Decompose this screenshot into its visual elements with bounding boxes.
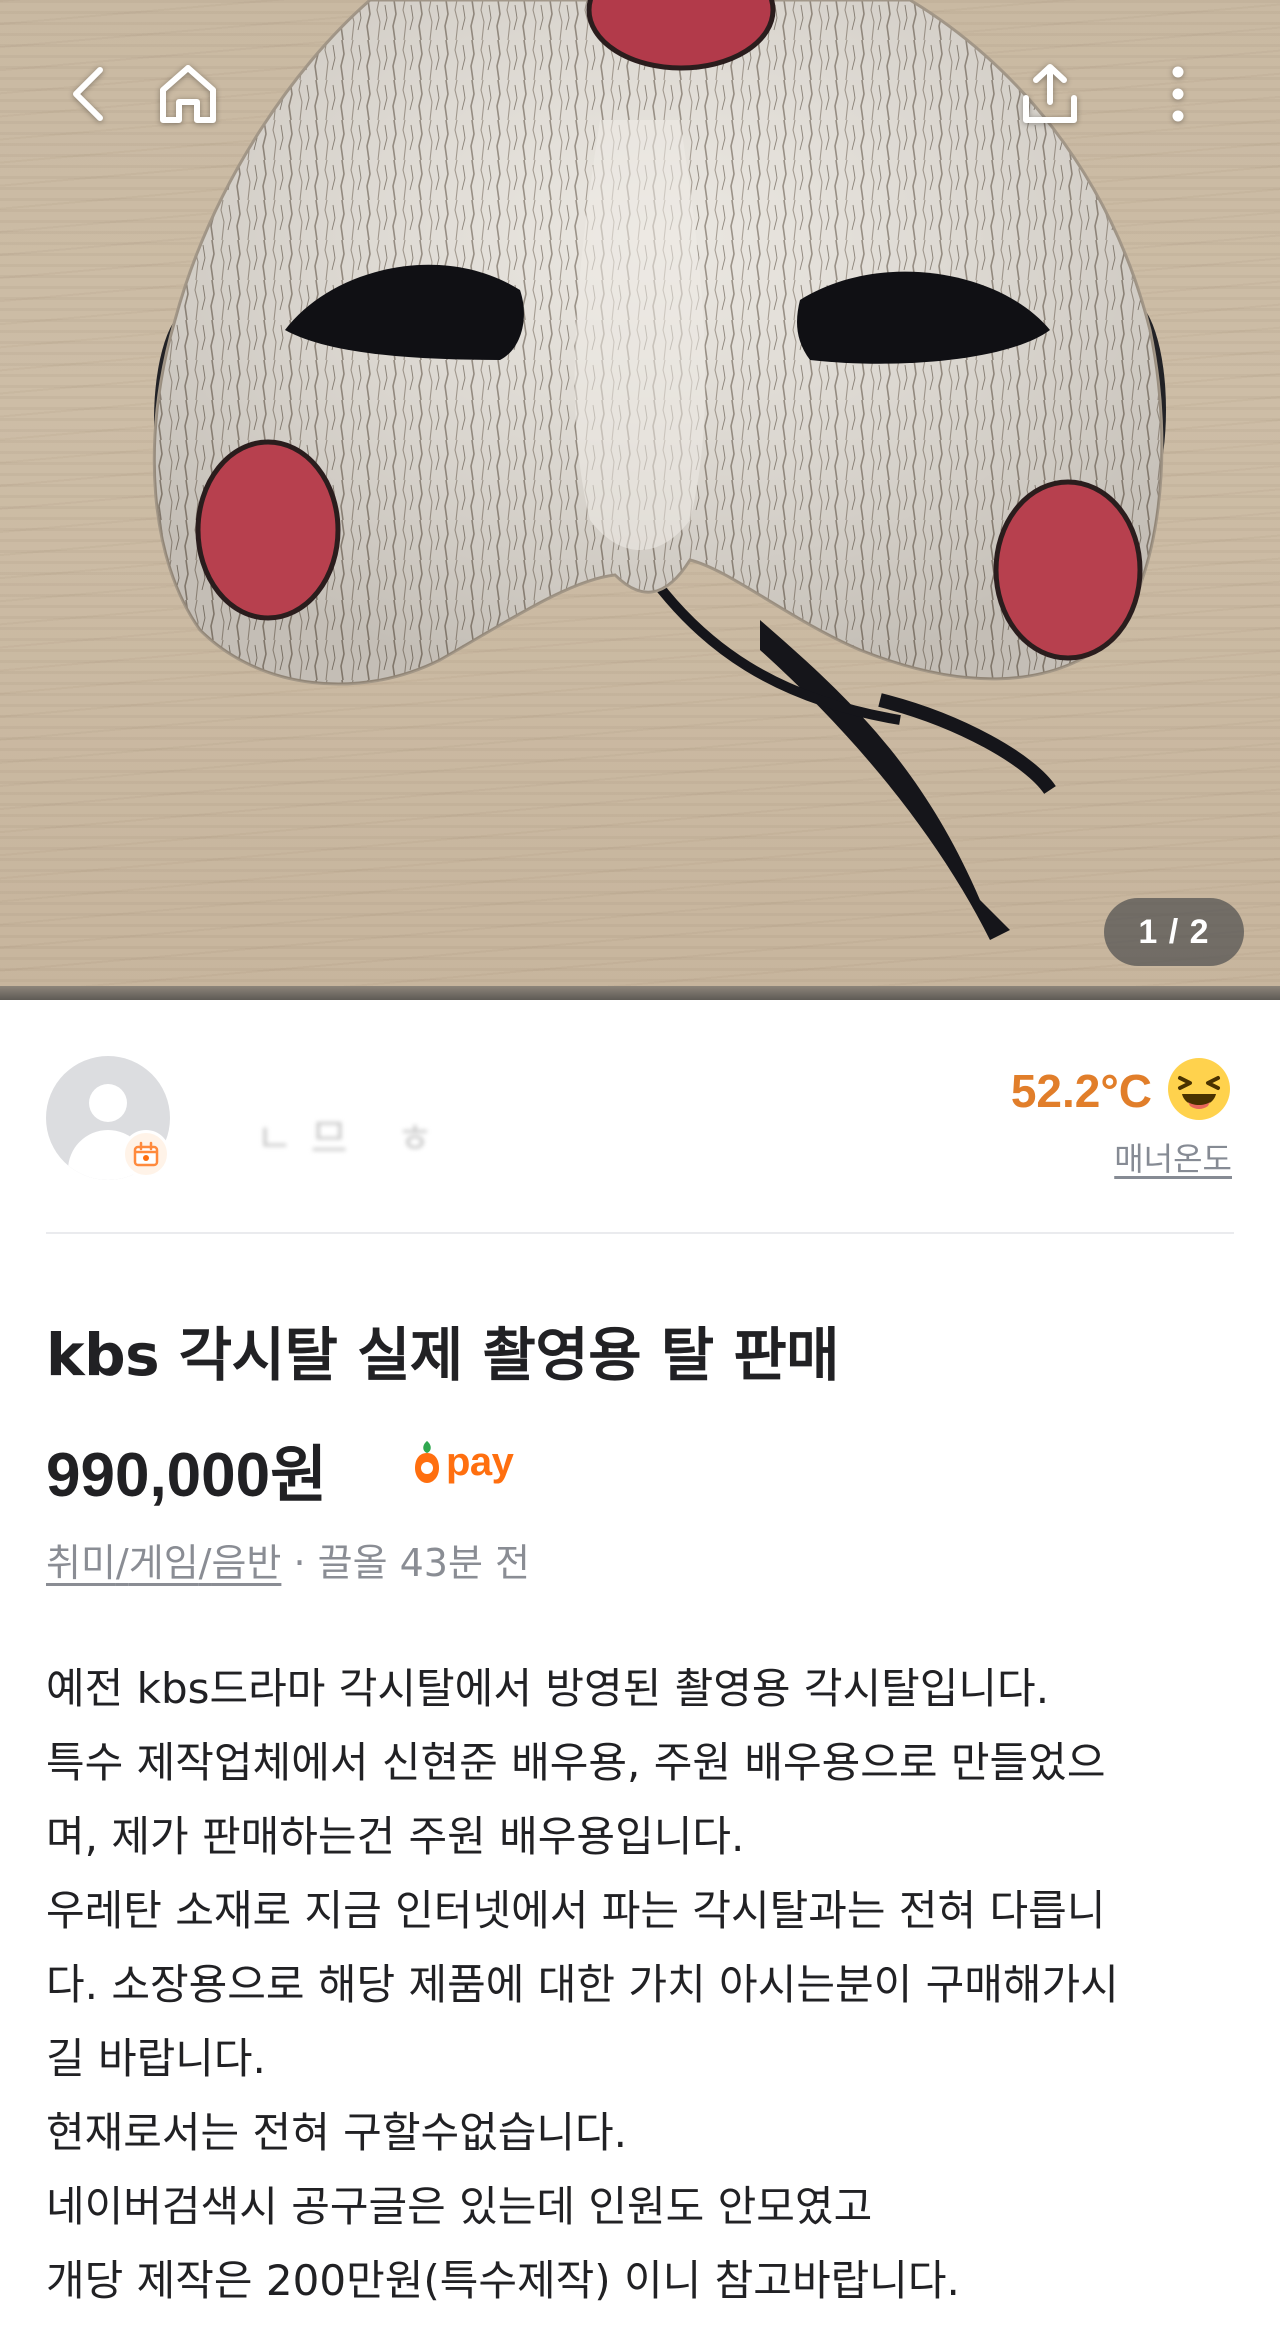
category-meta: 취미/게임/음반 · 끌올 43분 전 xyxy=(46,1532,530,1587)
manner-temperature-link[interactable]: 매너온도 xyxy=(1114,1134,1232,1180)
home-icon xyxy=(160,65,216,123)
more-vertical-icon xyxy=(1172,66,1184,122)
description-line: 현재로서는 전혀 구할수없습니다. xyxy=(46,2108,628,2157)
photo-bottom-edge xyxy=(0,986,1280,1000)
product-price: 990,000원 xyxy=(46,1424,327,1514)
product-title: kbs 각시탈 실제 촬영용 탈 판매 xyxy=(46,1321,840,1389)
description-line: 며, 제가 판매하는건 주원 배우용입니다. xyxy=(46,1812,745,1861)
divider xyxy=(46,1232,1234,1234)
pay-label: pay xyxy=(446,1439,514,1484)
description-line: 우레탄 소재로 지금 인터넷에서 파는 각시탈과는 전혀 다릅니 xyxy=(46,1886,1106,1935)
description-line: 개당 제작은 200만원(특수제작) 이니 참고바랍니다. xyxy=(46,2256,960,2305)
mask-image xyxy=(152,0,1166,940)
product-photo[interactable]: 1 / 2 xyxy=(0,0,1280,1000)
seller-row[interactable]: ㄴ므 ㅎ 52.2°C 매너온도 xyxy=(0,1000,1280,1235)
category-sep[interactable]: / xyxy=(116,1541,129,1585)
product-description: 예전 kbs드라마 각시탈에서 방영된 촬영용 각시탈입니다. 특수 제작업체에… xyxy=(46,1652,1246,2318)
laughing-face-icon xyxy=(1168,1058,1230,1120)
category-link-0[interactable]: 취미 xyxy=(46,1541,116,1585)
photo-counter: 1 / 2 xyxy=(1104,898,1244,966)
description-line: 특수 제작업체에서 신현준 배우용, 주원 배우용으로 만들었으 xyxy=(46,1738,1106,1787)
pay-badge: pay xyxy=(412,1432,514,1492)
home-button[interactable] xyxy=(146,52,230,136)
manner-temperature: 52.2°C xyxy=(1010,1065,1152,1117)
description-line: 길 바랍니다. xyxy=(46,2034,266,2083)
back-button[interactable] xyxy=(48,52,132,136)
category-link-2[interactable]: 음반 xyxy=(211,1541,281,1585)
share-icon xyxy=(1023,64,1077,123)
category-link-1[interactable]: 게임 xyxy=(129,1541,199,1585)
share-button[interactable] xyxy=(1008,52,1092,136)
more-button[interactable] xyxy=(1136,52,1220,136)
category-sep[interactable]: / xyxy=(199,1541,212,1585)
description-line: 네이버검색시 공구글은 있는데 인원도 안모였고 xyxy=(46,2182,873,2231)
seller-badge-icon xyxy=(122,1130,170,1178)
price-value: 990,000원 xyxy=(46,1441,328,1510)
back-icon xyxy=(73,67,103,121)
description-line: 다. 소장용으로 해당 제품에 대한 가치 아시는분이 구매해가시 xyxy=(46,1960,1119,2009)
carrot-icon xyxy=(415,1441,439,1483)
seller-nickname[interactable]: ㄴ므 ㅎ xyxy=(216,1082,476,1162)
bump-time: · 끌올 43분 전 xyxy=(281,1541,530,1585)
description-line: 예전 kbs드라마 각시탈에서 방영된 촬영용 각시탈입니다. xyxy=(46,1664,1050,1713)
